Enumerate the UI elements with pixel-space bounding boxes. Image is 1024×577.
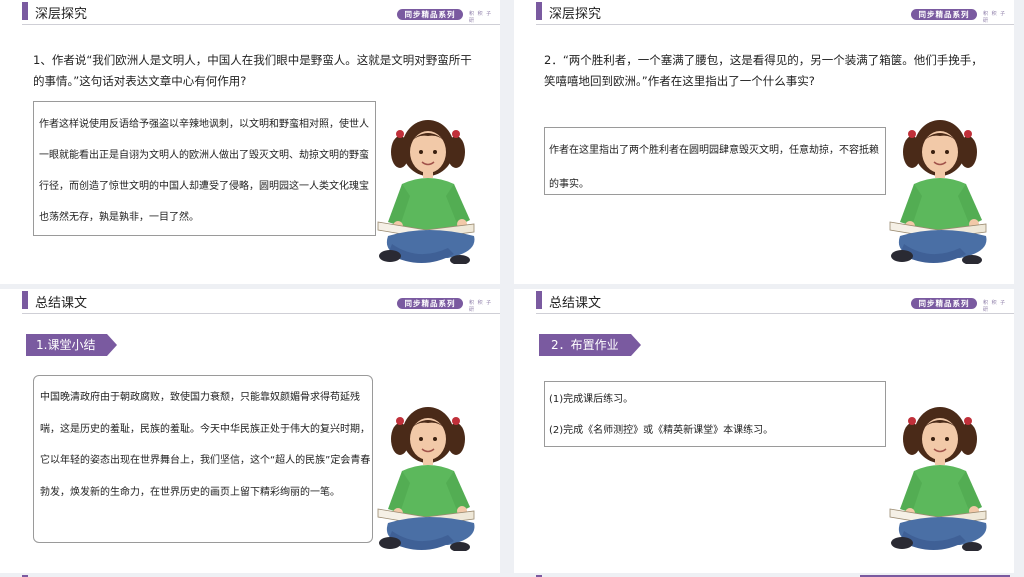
header-accent-bar: [536, 2, 542, 20]
slide-title: 深层探究: [35, 7, 88, 22]
slide-1[interactable]: 深层探究 同步精品系列 积 积 子 研 1、作者说“我们欧洲人是文明人，中国人在…: [0, 0, 500, 284]
series-badge-subtext: 积 积 子 研: [469, 11, 493, 24]
series-badge: 同步精品系列: [911, 298, 977, 309]
answer-text: 作者在这里指出了两个胜利者在圆明园肆意毁灭文明，任意劫掠，不容抵赖的事实。: [549, 145, 879, 190]
header-divider: [536, 313, 1014, 314]
series-badge-subtext: 积 积 子 研: [983, 11, 1007, 24]
series-badge-subtext: 积 积 子 研: [983, 300, 1007, 313]
header-divider: [22, 24, 500, 25]
series-badge-subtext: 积 积 子 研: [469, 300, 493, 313]
slide-3[interactable]: 总结课文 同步精品系列 积 积 子 研 1.课堂小结 中国晚清政府由于朝政腐败，…: [0, 289, 500, 573]
homework-box: (1)完成课后练习。 (2)完成《名师测控》或《精英新课堂》本课练习。: [544, 381, 886, 447]
girl-reading-image: [377, 119, 476, 264]
slide-title: 总结课文: [35, 296, 88, 311]
slide-header: 总结课文 同步精品系列 积 积 子 研: [514, 289, 1014, 314]
section-tag: 2．布置作业: [539, 334, 641, 356]
series-badge: 同步精品系列: [911, 9, 977, 20]
answer-box: 作者这样说使用反语给予强盗以辛辣地讽刺，以文明和野蛮相对照，使世人一眼就能看出正…: [33, 101, 376, 236]
header-divider: [536, 24, 1014, 25]
header-divider: [22, 313, 500, 314]
girl-reading-image: [377, 406, 476, 551]
girl-reading-image: [889, 406, 988, 551]
slide-header: 深层探究 同步精品系列 积 积 子 研: [0, 0, 500, 25]
girl-reading-image: [889, 119, 988, 264]
answer-box: 作者在这里指出了两个胜利者在圆明园肆意毁灭文明，任意劫掠，不容抵赖的事实。: [544, 127, 886, 195]
summary-text: 中国晚清政府由于朝政腐败，致使国力衰颓，只能靠奴颜媚骨求得苟延残喘，这是历史的羞…: [40, 392, 371, 498]
header-accent-bar: [536, 291, 542, 309]
summary-box: 中国晚清政府由于朝政腐败，致使国力衰颓，只能靠奴颜媚骨求得苟延残喘，这是历史的羞…: [33, 375, 373, 543]
homework-item-1: (1)完成课后练习。: [549, 394, 634, 405]
series-badge: 同步精品系列: [397, 9, 463, 20]
answer-text: 作者这样说使用反语给予强盗以辛辣地讽刺，以文明和野蛮相对照，使世人一眼就能看出正…: [39, 119, 369, 223]
header-accent-bar: [22, 2, 28, 20]
slide-header: 深层探究 同步精品系列 积 积 子 研: [514, 0, 1014, 25]
slide-header: 总结课文 同步精品系列 积 积 子 研: [0, 289, 500, 314]
slide-title: 深层探究: [549, 7, 602, 22]
homework-item-2: (2)完成《名师测控》或《精英新课堂》本课练习。: [549, 425, 774, 436]
slide-title: 总结课文: [549, 296, 602, 311]
section-tag: 1.课堂小结: [26, 334, 118, 356]
question-text: 1、作者说“我们欧洲人是文明人，中国人在我们眼中是野蛮人。这就是文明对野蛮所干的…: [33, 53, 472, 88]
series-badge: 同步精品系列: [397, 298, 463, 309]
slide-2[interactable]: 深层探究 同步精品系列 积 积 子 研 2．“两个胜利者，一个塞满了腰包，这是看…: [514, 0, 1014, 284]
header-accent-bar: [22, 291, 28, 309]
slide-4[interactable]: 总结课文 同步精品系列 积 积 子 研 2．布置作业 (1)完成课后练习。 (2…: [514, 289, 1014, 573]
question-text: 2．“两个胜利者，一个塞满了腰包，这是看得见的，另一个装满了箱箧。他们手挽手，笑…: [544, 53, 983, 88]
